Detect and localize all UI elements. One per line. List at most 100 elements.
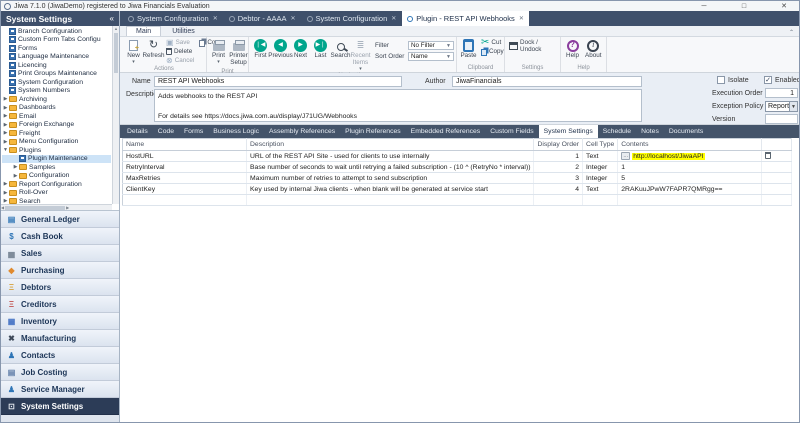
minimize-icon[interactable]: ─ xyxy=(698,2,710,11)
copy-clipboard-button[interactable]: Copy xyxy=(479,47,506,56)
tab-embedded-references[interactable]: Embedded References xyxy=(406,125,486,138)
nav-job-costing[interactable]: ▤ Job Costing xyxy=(1,364,119,381)
last-button[interactable]: ▶❘ Last xyxy=(311,38,330,61)
edit-cell-button[interactable]: … xyxy=(621,152,631,160)
tree-item-archiving[interactable]: ▶ Archiving xyxy=(2,95,111,104)
tree-item-foreign-exchange[interactable]: ▶ Foreign Exchange xyxy=(2,121,111,130)
next-button[interactable]: ▶ Next xyxy=(291,38,310,61)
first-button[interactable]: ❘◀ First xyxy=(251,38,270,61)
expand-icon[interactable]: ▶ xyxy=(2,105,9,111)
expand-icon[interactable]: ▶ xyxy=(2,190,9,196)
paste-button[interactable]: Paste xyxy=(459,38,478,61)
tree-item-language-maintenance[interactable]: Language Maintenance xyxy=(2,53,111,62)
highlighted-cell-value[interactable]: http://localhost/JiwaAPI xyxy=(632,152,705,160)
close-tab-icon[interactable]: ✕ xyxy=(290,15,296,22)
tree-item-branch-configuration[interactable]: Branch Configuration xyxy=(2,27,111,36)
expand-icon[interactable]: ▶ xyxy=(2,181,9,187)
tab-documents[interactable]: Documents xyxy=(664,125,708,138)
tab-assembly-references[interactable]: Assembly References xyxy=(264,125,340,138)
refresh-button[interactable]: ↻ Refresh xyxy=(142,38,164,61)
help-button[interactable]: ? Help xyxy=(563,38,582,61)
col-header-cell-type[interactable]: Cell Type xyxy=(582,138,619,151)
doc-tab-system-configuration-1[interactable]: System Configuration ✕ xyxy=(123,11,223,26)
tree-item-dashboards[interactable]: ▶ Dashboards xyxy=(2,104,111,113)
grid-row-hosturl[interactable]: HostURL URL of the REST API Site - used … xyxy=(122,150,793,162)
tab-business-logic[interactable]: Business Logic xyxy=(208,125,264,138)
grid-row-maxretries[interactable]: MaxRetries Maximum number of retries to … xyxy=(122,172,793,184)
tree-item-print-groups-maintenance[interactable]: Print Groups Maintenance xyxy=(2,70,111,79)
doc-tab-system-configuration-2[interactable]: System Configuration ✕ xyxy=(302,11,402,26)
nav-purchasing[interactable]: ◆ Purchasing xyxy=(1,262,119,279)
col-header-name[interactable]: Name xyxy=(122,138,247,151)
collapse-sidebar-icon[interactable]: « xyxy=(110,14,114,23)
tree-item-system-numbers[interactable]: System Numbers xyxy=(2,87,111,96)
tree-horizontal-scrollbar[interactable]: ◀ ▶ xyxy=(1,204,112,210)
nav-creditors[interactable]: Ξ Creditors xyxy=(1,296,119,313)
tree-item-report-configuration[interactable]: ▶ Report Configuration xyxy=(2,180,111,189)
print-button[interactable]: Print xyxy=(209,38,228,65)
doc-tab-debtor[interactable]: Debtor - AAAA ✕ xyxy=(224,11,301,26)
collapse-ribbon-icon[interactable]: ⌃ xyxy=(789,29,794,36)
expand-icon[interactable]: ▶ xyxy=(2,130,9,136)
nav-service-manager[interactable]: ♟ Service Manager xyxy=(1,381,119,398)
tab-schedule[interactable]: Schedule xyxy=(598,125,636,138)
expand-icon[interactable]: ▶ xyxy=(12,164,19,170)
grid-row-retryinterval[interactable]: RetryInterval Base number of seconds to … xyxy=(122,161,793,173)
close-tab-icon[interactable]: ✕ xyxy=(390,15,396,22)
expand-icon[interactable]: ▶ xyxy=(2,122,9,128)
tree-item-roll-over[interactable]: ▶ Roll-Over xyxy=(2,189,111,198)
tab-code[interactable]: Code xyxy=(153,125,179,138)
tab-custom-fields[interactable]: Custom Fields xyxy=(485,125,538,138)
doc-tab-plugin-rest-api-webhooks[interactable]: Plugin - REST API Webhooks ✕ xyxy=(402,11,529,26)
nav-cash-book[interactable]: $ Cash Book xyxy=(1,228,119,245)
tree-item-freight[interactable]: ▶ Freight xyxy=(2,129,111,138)
tab-forms[interactable]: Forms xyxy=(179,125,208,138)
tree-item-forms[interactable]: Forms xyxy=(2,44,111,53)
expand-icon[interactable]: ▶ xyxy=(2,96,9,102)
delete-row-icon[interactable] xyxy=(765,151,772,159)
tab-notes[interactable]: Notes xyxy=(636,125,664,138)
nav-manufacturing[interactable]: ✖ Manufacturing xyxy=(1,330,119,347)
tree-item-menu-configuration[interactable]: ▶ Menu Configuration xyxy=(2,138,111,147)
expand-icon[interactable]: ▶ xyxy=(2,113,9,119)
search-button[interactable]: Search xyxy=(331,38,350,61)
tree-item-email[interactable]: ▶ Email xyxy=(2,112,111,121)
nav-contacts[interactable]: ♟ Contacts xyxy=(1,347,119,364)
printer-setup-button[interactable]: Printer Setup xyxy=(229,38,248,68)
nav-debtors[interactable]: Ξ Debtors xyxy=(1,279,119,296)
isolate-checkbox[interactable] xyxy=(717,76,725,84)
delete-button[interactable]: Delete xyxy=(164,47,196,56)
tree-item-system-configuration[interactable]: System Configuration xyxy=(2,78,111,87)
tree-item-samples[interactable]: ▶ Samples xyxy=(2,163,111,172)
about-button[interactable]: i About xyxy=(583,38,603,61)
tree-item-plugin-maintenance[interactable]: Plugin Maintenance xyxy=(2,154,111,163)
col-header-description[interactable]: Description xyxy=(246,138,535,151)
maximize-icon[interactable]: □ xyxy=(738,2,750,11)
tree-vertical-scrollbar[interactable]: ▲ xyxy=(112,26,119,204)
recent-items-button[interactable]: ≣ Recent Items xyxy=(351,38,371,72)
tab-plugin-references[interactable]: Plugin References xyxy=(340,125,406,138)
ribbon-tab-main[interactable]: Main xyxy=(126,26,162,36)
cancel-button[interactable]: ⊗ Cancel xyxy=(164,56,196,65)
description-field[interactable]: Adds webhooks to the REST API For detail… xyxy=(154,89,642,122)
close-tab-icon[interactable]: ✕ xyxy=(212,15,218,22)
dock-undock-button[interactable]: Dock / Undock xyxy=(507,39,558,53)
tree-item-licencing[interactable]: Licencing xyxy=(2,61,111,70)
expand-icon[interactable]: ▶ xyxy=(2,139,9,145)
new-button[interactable]: New xyxy=(124,38,143,65)
grid-empty-row[interactable] xyxy=(122,194,793,206)
nav-system-settings[interactable]: ⊡ System Settings xyxy=(1,398,119,415)
expand-icon[interactable]: ▶ xyxy=(12,173,19,179)
sort-order-select[interactable]: Name ▼ xyxy=(408,52,454,61)
execution-order-field[interactable]: 1 xyxy=(765,88,798,98)
close-tab-icon[interactable]: ✕ xyxy=(518,15,524,22)
col-header-display-order[interactable]: Display Order xyxy=(533,138,584,151)
tree-item-plugins[interactable]: ▼ Plugins xyxy=(2,146,111,155)
nav-inventory[interactable]: ▦ Inventory xyxy=(1,313,119,330)
cut-button[interactable]: ✂ Cut xyxy=(479,37,506,47)
close-icon[interactable]: ✕ xyxy=(778,2,790,11)
ribbon-tab-utilities[interactable]: Utilities xyxy=(163,27,204,36)
tab-details[interactable]: Details xyxy=(122,125,153,138)
version-field[interactable] xyxy=(765,114,798,124)
tab-system-settings[interactable]: System Settings xyxy=(538,125,598,138)
